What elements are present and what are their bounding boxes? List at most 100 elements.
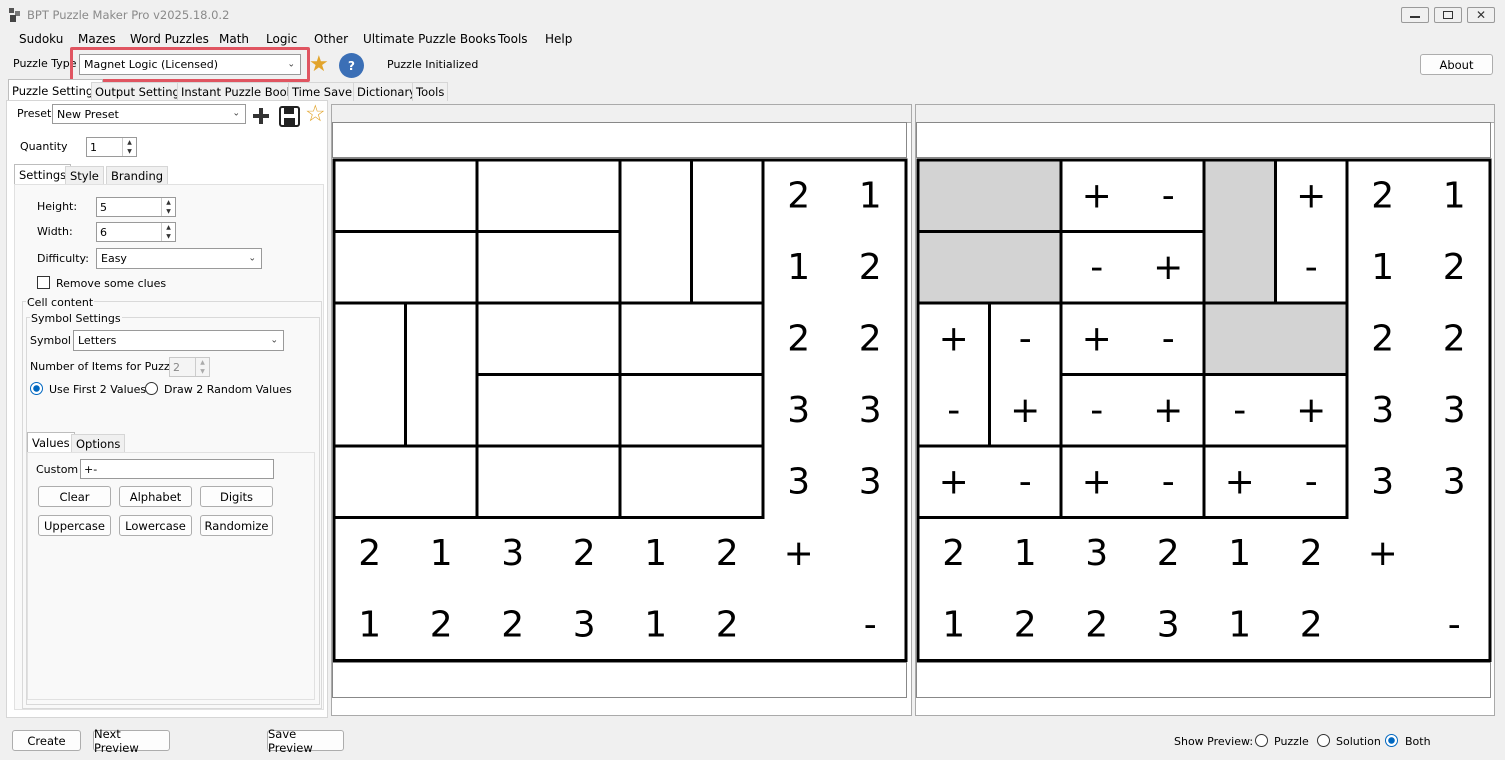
menu-tools[interactable]: Tools (498, 31, 528, 47)
custom-values-input[interactable]: +- (80, 459, 274, 479)
show-preview-label: Show Preview: (1174, 735, 1254, 748)
tab-options[interactable]: Options (71, 434, 126, 452)
col-clue-plus: 1 (1228, 533, 1251, 574)
quantity-stepper[interactable]: 1 ▲ ▼ (86, 137, 137, 157)
tab-puzzle-settings[interactable]: Puzzle Settings (8, 79, 104, 101)
row-clue-minus: 2 (859, 318, 882, 359)
puzzle-type-value: Magnet Logic (Licensed) (84, 58, 219, 71)
menu-logic[interactable]: Logic (266, 31, 297, 47)
row-clue-plus: 3 (1371, 390, 1394, 431)
menu-sudoku[interactable]: Sudoku (19, 31, 63, 47)
help-icon[interactable]: ? (339, 53, 364, 78)
col-clue-plus: 3 (501, 533, 524, 574)
col-clue-minus: 3 (1157, 604, 1180, 645)
tab-settings[interactable]: Settings (14, 164, 72, 184)
minus-legend: - (1448, 604, 1461, 645)
show-both-label: Both (1405, 735, 1431, 748)
star-icon[interactable]: ★ (309, 54, 329, 76)
symbol-select[interactable]: Letters ⌄ (73, 330, 284, 351)
height-label: Height: (37, 200, 78, 213)
remove-clues-checkbox[interactable] (37, 276, 50, 289)
show-solution-label: Solution (1336, 735, 1381, 748)
domino (916, 158, 1063, 233)
col-clue-plus: 2 (1157, 533, 1180, 574)
width-stepper[interactable]: 6 ▲ ▼ (96, 222, 176, 242)
tab-output-settings[interactable]: Output Settings (91, 82, 190, 101)
uppercase-button[interactable]: Uppercase (38, 515, 111, 536)
num-items-stepper[interactable]: 2 ▲ ▼ (169, 357, 210, 377)
col-clue-plus: 2 (573, 533, 596, 574)
col-clue-plus: 2 (942, 533, 965, 574)
domino (1202, 158, 1277, 305)
symbol-label: Symbol (30, 334, 71, 347)
puzzle-type-select[interactable]: Magnet Logic (Licensed) ⌄ (79, 54, 301, 75)
show-solution-radio[interactable] (1317, 734, 1330, 747)
chevron-down-icon: ⌄ (248, 253, 256, 263)
lowercase-button[interactable]: Lowercase (119, 515, 192, 536)
create-button[interactable]: Create (12, 730, 81, 751)
tab-style[interactable]: Style (65, 166, 104, 184)
next-preview-button[interactable]: Next Preview (93, 727, 170, 755)
domino (332, 301, 407, 448)
row-clue-plus: 3 (787, 390, 810, 431)
use-first-values-radio[interactable] (30, 382, 43, 395)
col-clue-minus: 2 (501, 604, 524, 645)
spinner-arrows-icon[interactable]: ▲ ▼ (161, 223, 175, 241)
tab-values[interactable]: Values (27, 432, 75, 453)
domino (690, 158, 765, 305)
col-clue-plus: 3 (1085, 533, 1108, 574)
domino (475, 373, 622, 448)
spinner-arrows-icon[interactable]: ▲ ▼ (161, 198, 175, 216)
tab-tools[interactable]: Tools (412, 82, 449, 101)
show-both-radio[interactable] (1385, 734, 1398, 747)
about-button[interactable]: About (1420, 54, 1493, 75)
col-clue-plus: 2 (1300, 533, 1323, 574)
spinner-arrows-icon[interactable]: ▲ ▼ (122, 138, 136, 156)
col-clue-plus: 2 (716, 533, 739, 574)
minimize-icon (1410, 16, 1420, 18)
row-clue-plus: 2 (787, 175, 810, 216)
tab-branding[interactable]: Branding (106, 166, 169, 184)
row-clue-plus: 3 (1371, 461, 1394, 502)
digits-button[interactable]: Digits (200, 486, 273, 507)
menu-word-puzzles[interactable]: Word Puzzles (130, 31, 209, 47)
menu-mazes[interactable]: Mazes (78, 31, 116, 47)
row-clue-minus: 3 (1443, 461, 1466, 502)
maximize-icon (1443, 11, 1453, 19)
clear-button[interactable]: Clear (38, 486, 111, 507)
spinner-arrows-icon: ▲ ▼ (195, 358, 209, 376)
minimize-button[interactable] (1401, 7, 1429, 23)
randomize-button[interactable]: Randomize (200, 515, 273, 536)
show-puzzle-radio[interactable] (1255, 734, 1268, 747)
menu-ultimate-puzzle-books[interactable]: Ultimate Puzzle Books (363, 31, 496, 47)
draw-random-values-radio[interactable] (145, 382, 158, 395)
domino (618, 301, 765, 376)
tab-time-saver[interactable]: Time Saver (288, 82, 361, 101)
add-preset-icon[interactable] (252, 107, 270, 125)
height-stepper[interactable]: 5 ▲ ▼ (96, 197, 176, 217)
close-button[interactable]: ✕ (1467, 7, 1495, 23)
tab-instant-puzzle-books[interactable]: Instant Puzzle Books (177, 82, 304, 101)
row-clue-minus: 1 (1443, 175, 1466, 216)
maximize-button[interactable] (1434, 7, 1462, 23)
row-clue-minus: 3 (859, 461, 882, 502)
difficulty-select[interactable]: Easy ⌄ (96, 248, 262, 269)
domino (404, 301, 479, 448)
solution-header-strip (916, 122, 1491, 158)
window-title: BPT Puzzle Maker Pro v2025.18.0.2 (27, 8, 230, 22)
col-clue-minus: 1 (358, 604, 381, 645)
menu-help[interactable]: Help (545, 31, 572, 47)
save-preset-icon[interactable] (279, 106, 300, 127)
preset-select[interactable]: New Preset ⌄ (52, 104, 246, 124)
preview-toolbar (332, 105, 911, 123)
menu-math[interactable]: Math (219, 31, 249, 47)
save-preview-button[interactable]: Save Preview (267, 727, 344, 755)
solution-symbol: + (1082, 175, 1112, 216)
tab-dictionary[interactable]: Dictionary (353, 82, 420, 101)
chevron-down-icon: ⌄ (232, 108, 240, 119)
favorite-star-icon[interactable]: ☆ (305, 102, 326, 126)
domino (618, 373, 765, 448)
solution-symbol: + (1225, 461, 1255, 502)
menu-other[interactable]: Other (314, 31, 348, 47)
alphabet-button[interactable]: Alphabet (119, 486, 192, 507)
